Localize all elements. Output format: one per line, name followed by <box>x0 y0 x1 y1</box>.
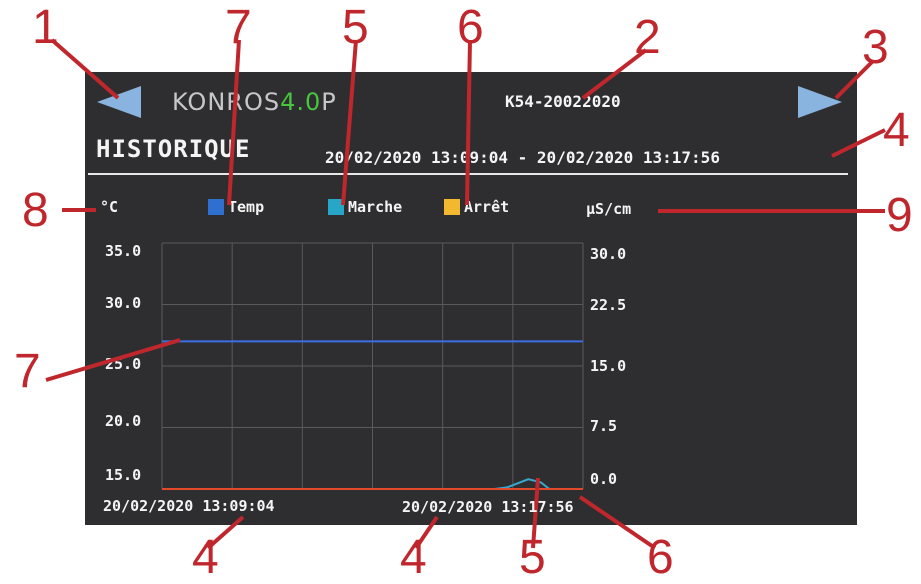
x-axis-end-time: 20/02/2020 13:17:56 <box>402 498 574 516</box>
callout-number: 7 <box>14 345 41 398</box>
callout-pointer-line <box>50 38 120 100</box>
callout-number: 4 <box>192 531 219 584</box>
callout-number: 9 <box>886 189 913 242</box>
x-axis-start-time: 20/02/2020 13:09:04 <box>103 497 275 515</box>
callout-number: 6 <box>457 1 484 54</box>
callout-number: 7 <box>225 1 252 54</box>
callout-pointer-line <box>578 495 657 550</box>
callout-number: 4 <box>400 531 427 584</box>
callout-pointer-line <box>465 39 472 206</box>
callout-pointer-line <box>341 39 358 206</box>
callout-number: 3 <box>862 21 889 74</box>
callout-number: 4 <box>883 104 910 157</box>
callout-number: 2 <box>634 11 661 64</box>
callout-number: 8 <box>22 184 49 237</box>
callout-pointer-line <box>45 338 181 382</box>
callout-number: 5 <box>519 531 546 584</box>
callout-number: 5 <box>342 1 369 54</box>
callout-pointer-line <box>831 128 886 158</box>
callout-pointer-line <box>227 39 241 206</box>
callout-number: 1 <box>32 1 59 54</box>
callout-number: 6 <box>647 531 674 584</box>
